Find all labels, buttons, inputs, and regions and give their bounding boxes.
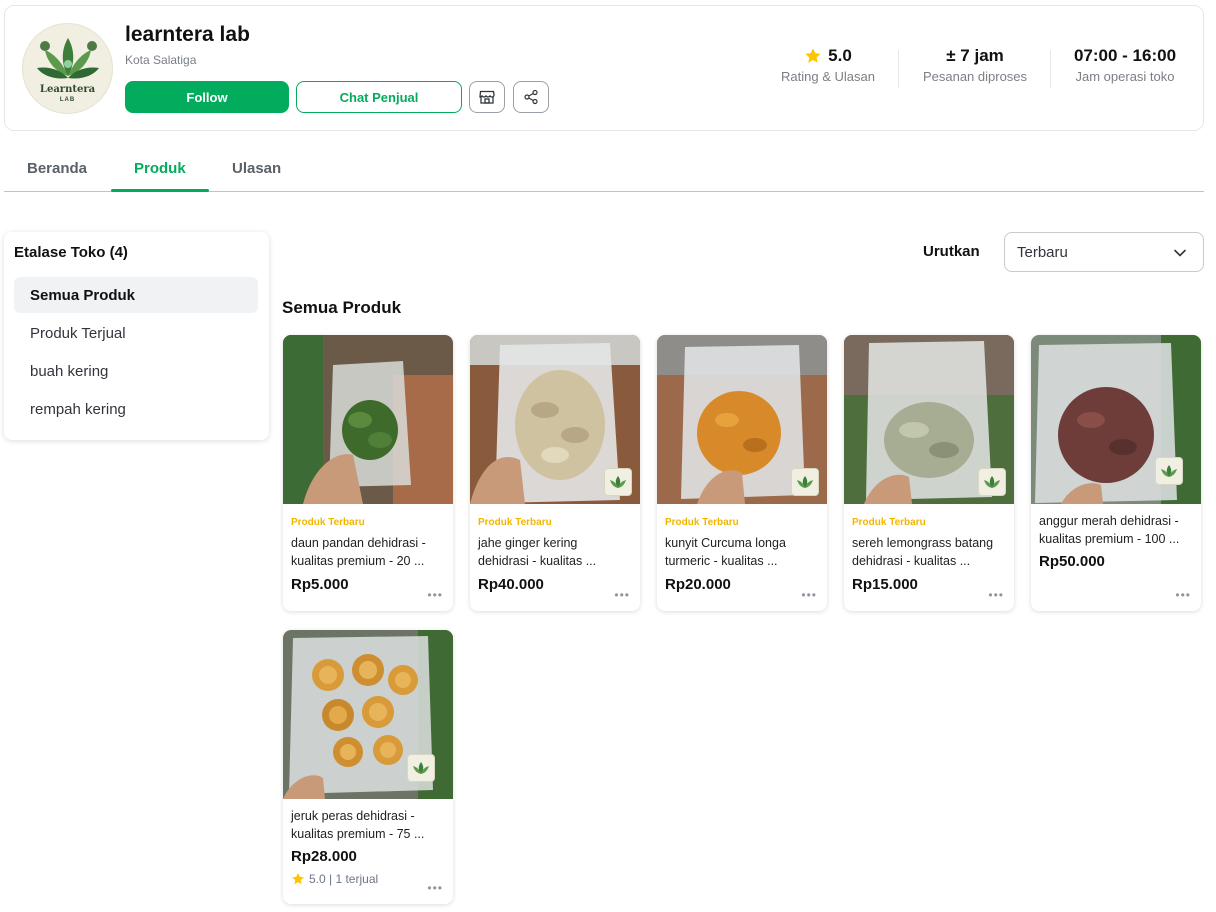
operating-hours-value: 07:00 - 16:00 (1073, 46, 1177, 65)
product-card[interactable]: jeruk peras dehidrasi - kualitas premium… (283, 630, 453, 904)
store-icon (479, 90, 495, 104)
product-rating: 5.0 | 1 terjual (291, 872, 378, 886)
more-icon[interactable]: ••• (988, 588, 1004, 602)
tab-produk[interactable]: Produk (134, 160, 186, 177)
sidebar-item-produk-terjual[interactable]: Produk Terjual (14, 315, 258, 351)
chat-seller-button[interactable]: Chat Penjual (296, 81, 462, 113)
product-name-line: daun pandan dehidrasi - (291, 536, 426, 550)
sidebar-item-buah-kering[interactable]: buah kering (14, 353, 258, 389)
product-card[interactable]: Produk Terbaru kunyit Curcuma longa turm… (657, 335, 827, 611)
product-name-line: kualitas premium - 75 ... (291, 827, 425, 841)
rating-sold-text: 5.0 | 1 terjual (309, 872, 379, 886)
new-product-badge: Produk Terbaru (665, 517, 739, 528)
more-icon[interactable]: ••• (801, 588, 817, 602)
operating-hours-label: Jam operasi toko (1075, 69, 1175, 84)
chevron-down-icon (1174, 249, 1186, 257)
product-name: jeruk peras dehidrasi - kualitas premium… (291, 807, 446, 843)
product-name-line: sereh lemongrass batang (852, 536, 994, 550)
watermark-logo-icon (604, 468, 632, 496)
product-image[interactable] (283, 335, 453, 504)
more-icon[interactable]: ••• (427, 588, 443, 602)
product-card[interactable]: Produk Terbaru daun pandan dehidrasi - k… (283, 335, 453, 611)
sort-dropdown[interactable]: Terbaru (1004, 232, 1204, 272)
more-icon[interactable]: ••• (427, 881, 443, 895)
product-price: Rp20.000 (665, 576, 731, 593)
stat-divider (898, 50, 899, 88)
watermark-logo-icon (791, 468, 819, 496)
share-button[interactable] (513, 81, 549, 113)
product-image[interactable] (844, 335, 1014, 504)
product-card[interactable]: Produk Terbaru jahe ginger kering dehidr… (470, 335, 640, 611)
new-product-badge: Produk Terbaru (852, 517, 926, 528)
more-icon[interactable]: ••• (1175, 588, 1191, 602)
shop-name: learntera lab (125, 23, 250, 46)
product-name: jahe ginger kering dehidrasi - kualitas … (478, 534, 633, 570)
product-price: Rp40.000 (478, 576, 544, 593)
product-image[interactable] (283, 630, 453, 799)
shop-tabs: Beranda Produk Ulasan (4, 148, 1204, 192)
new-product-badge: Produk Terbaru (478, 517, 552, 528)
rating-label: Rating & Ulasan (781, 69, 875, 84)
shop-header: Learntera LAB learntera lab Kota Salatig… (4, 5, 1204, 131)
logo-text: Learntera (39, 84, 96, 95)
sidebar-item-semua-produk[interactable]: Semua Produk (14, 277, 258, 313)
sort-label: Urutkan (923, 243, 980, 260)
rating-stat[interactable]: 5.0 Rating & Ulasan (775, 46, 881, 84)
product-price: Rp15.000 (852, 576, 918, 593)
operating-hours-stat: 07:00 - 16:00 Jam operasi toko (1063, 46, 1187, 84)
shop-city: Kota Salatiga (125, 53, 197, 67)
product-name-line: dehidrasi - kualitas ... (852, 554, 971, 568)
product-name: kunyit Curcuma longa turmeric - kualitas… (665, 534, 820, 570)
share-icon (524, 89, 538, 105)
product-name-line: kunyit Curcuma longa (665, 536, 786, 550)
product-name: anggur merah dehidrasi - kualitas premiu… (1039, 512, 1194, 548)
product-price: Rp5.000 (291, 576, 349, 593)
product-card[interactable]: Produk Terbaru sereh lemongrass batang d… (844, 335, 1014, 611)
process-time-label: Pesanan diproses (922, 69, 1028, 84)
follow-button[interactable]: Follow (125, 81, 289, 113)
rating-value: 5.0 (828, 46, 852, 65)
product-name-line: turmeric - kualitas ... (665, 554, 778, 568)
watermark-logo-icon (1155, 457, 1183, 485)
new-product-badge: Produk Terbaru (291, 517, 365, 528)
sidebar-item-rempah-kering[interactable]: rempah kering (14, 391, 258, 427)
logo-subtext: LAB (59, 97, 76, 103)
watermark-logo-icon (978, 468, 1006, 496)
product-name-line: jahe ginger kering (478, 536, 578, 550)
product-price: Rp50.000 (1039, 553, 1105, 570)
sidebar-title: Etalase Toko (4) (14, 244, 128, 261)
product-name-line: anggur merah dehidrasi - (1039, 514, 1179, 528)
star-icon (805, 48, 821, 63)
product-name: sereh lemongrass batang dehidrasi - kual… (852, 534, 1007, 570)
shop-logo[interactable]: Learntera LAB (22, 23, 113, 114)
product-name-line: jeruk peras dehidrasi - (291, 809, 415, 823)
product-image[interactable] (1031, 335, 1201, 504)
product-name-line: dehidrasi - kualitas ... (478, 554, 597, 568)
process-time-value: ± 7 jam (946, 46, 1004, 65)
more-icon[interactable]: ••• (614, 588, 630, 602)
stat-divider (1050, 50, 1051, 88)
process-time-stat: ± 7 jam Pesanan diproses (913, 46, 1037, 84)
tab-ulasan[interactable]: Ulasan (232, 160, 281, 177)
product-name-line: kualitas premium - 100 ... (1039, 532, 1180, 546)
watermark-logo-icon (407, 754, 435, 782)
store-info-button[interactable] (469, 81, 505, 113)
tab-beranda[interactable]: Beranda (27, 160, 87, 177)
sort-selected-value: Terbaru (1017, 243, 1068, 261)
product-image[interactable] (470, 335, 640, 504)
product-price: Rp28.000 (291, 848, 357, 865)
product-name-line: kualitas premium - 20 ... (291, 554, 425, 568)
section-title: Semua Produk (282, 298, 402, 317)
star-icon (292, 873, 304, 885)
product-name: daun pandan dehidrasi - kualitas premium… (291, 534, 446, 570)
showcase-sidebar: Etalase Toko (4) Semua Produk Produk Ter… (4, 232, 269, 440)
active-tab-indicator (111, 189, 209, 192)
product-image[interactable] (657, 335, 827, 504)
product-card[interactable]: anggur merah dehidrasi - kualitas premiu… (1031, 335, 1201, 611)
